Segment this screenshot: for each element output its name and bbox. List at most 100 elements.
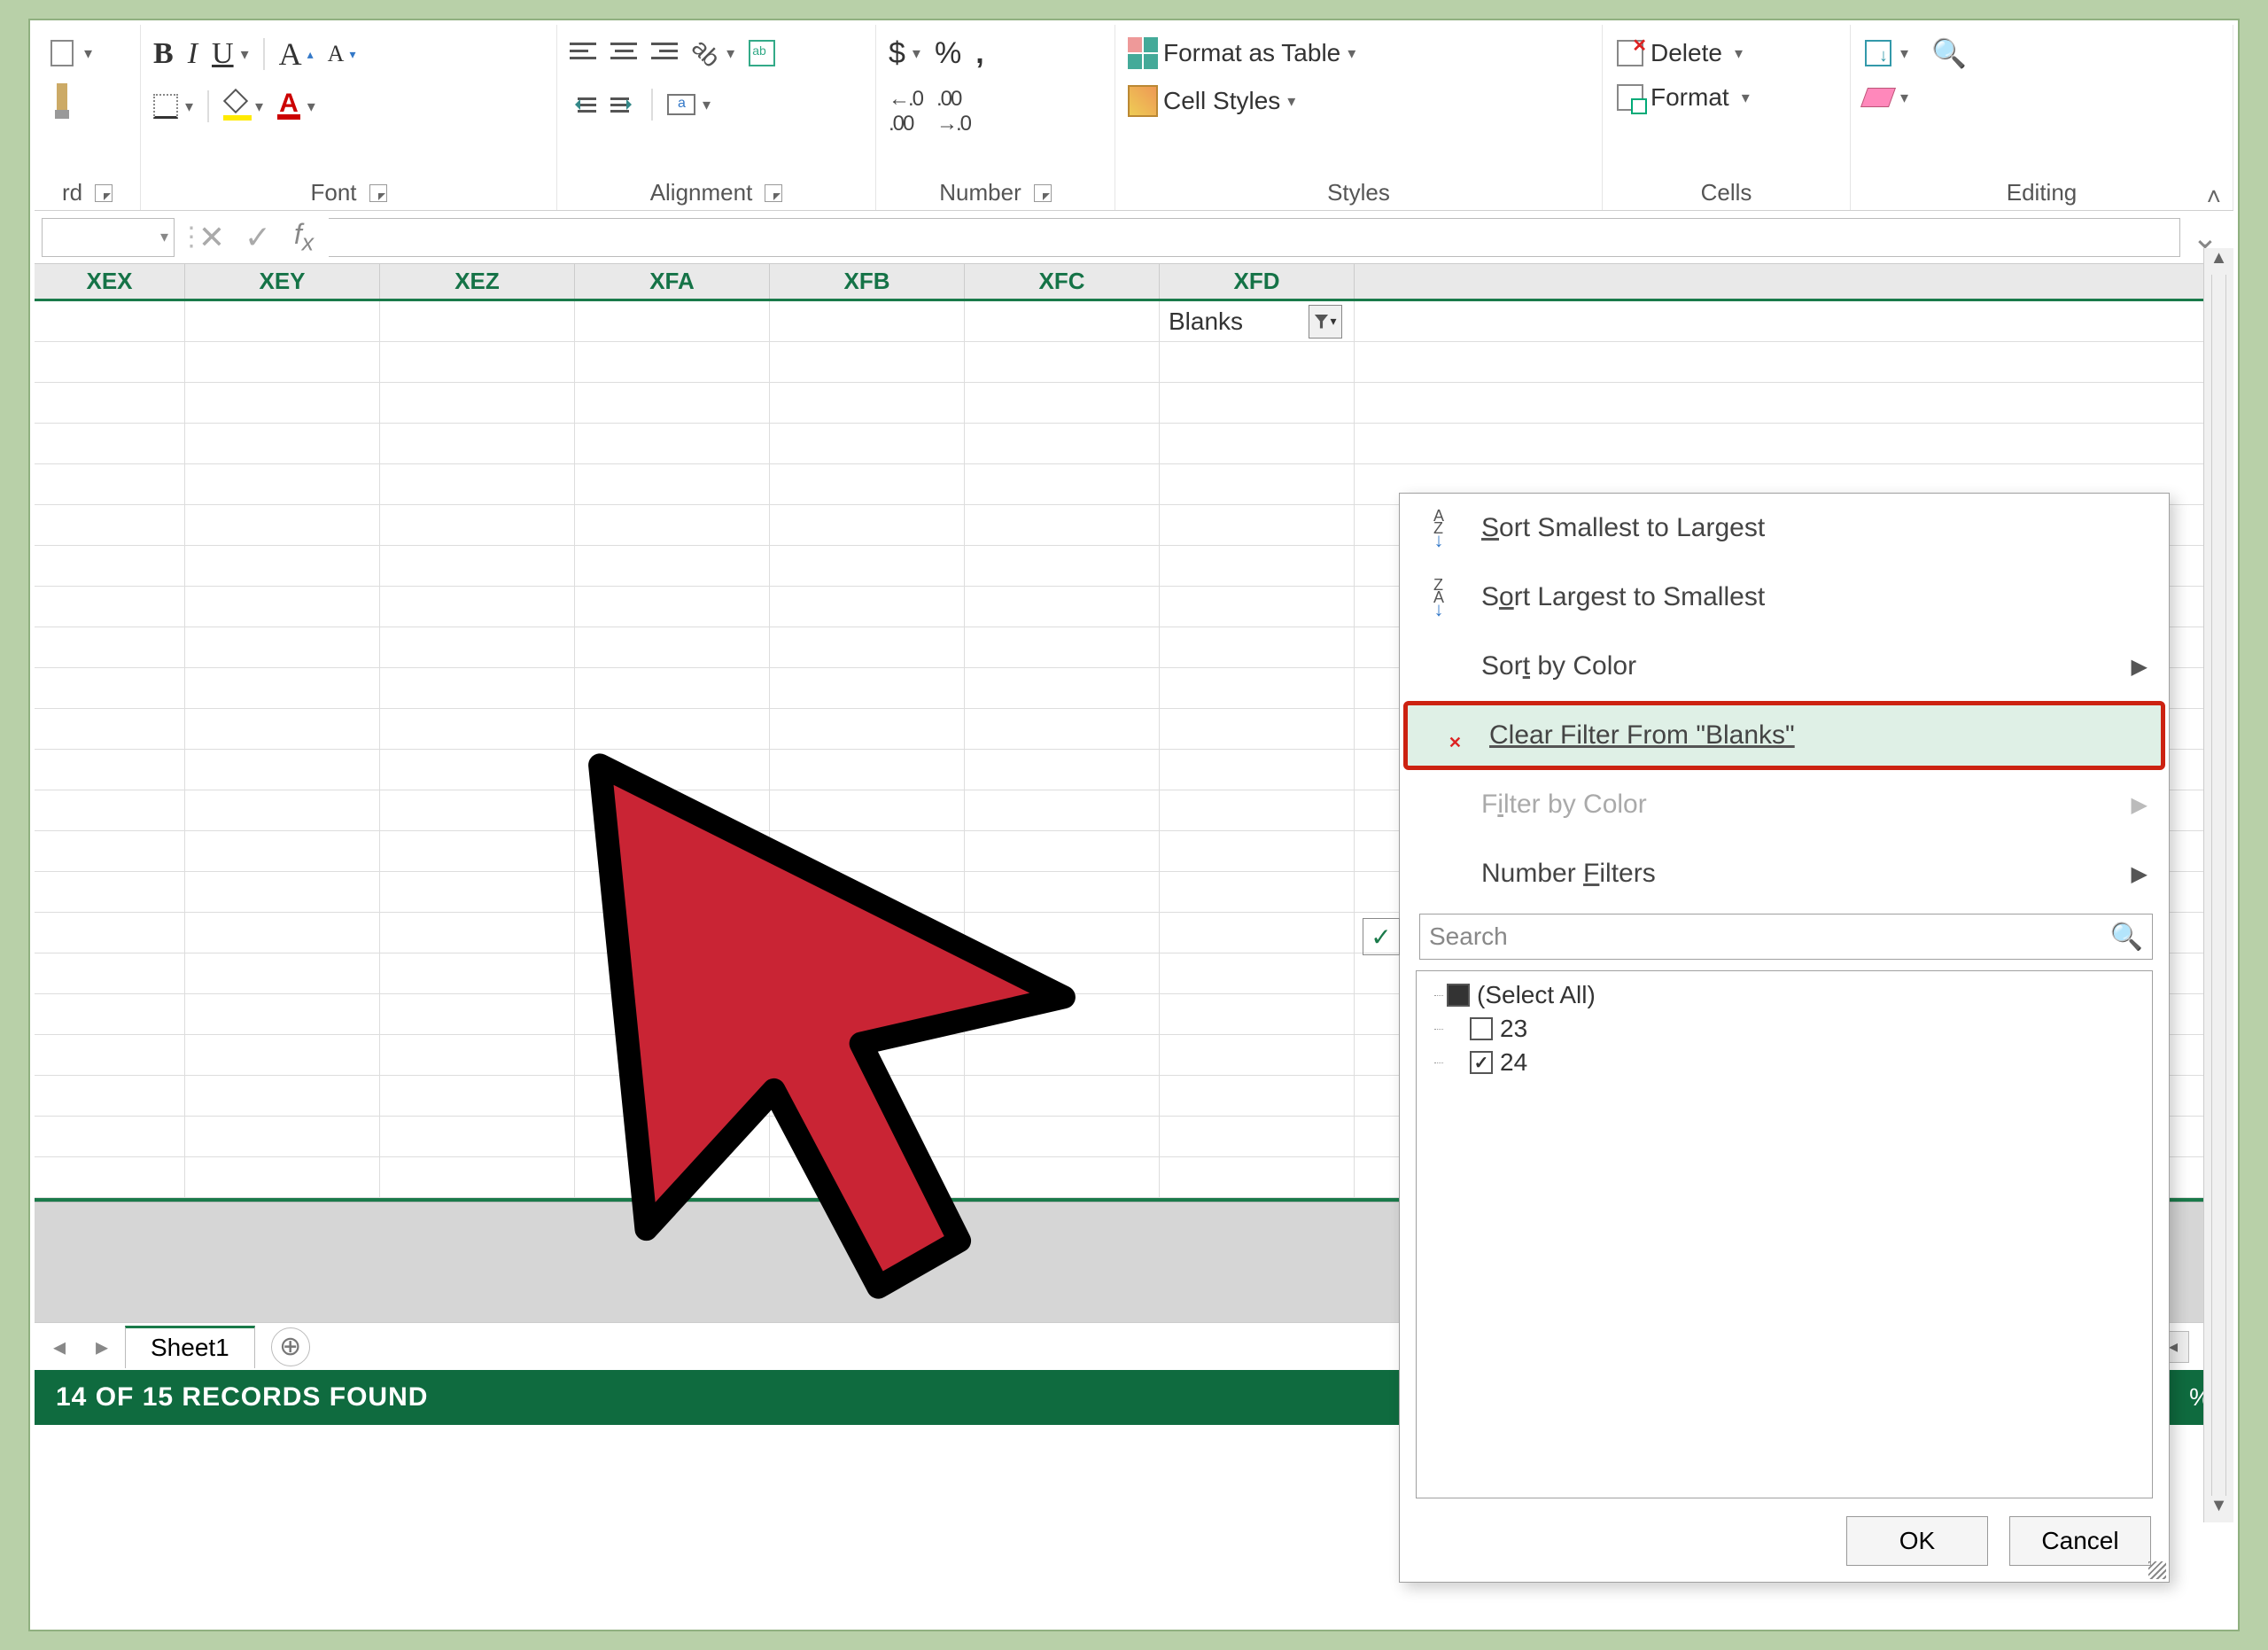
column-header[interactable]: XEZ (380, 264, 575, 299)
filter-value-item[interactable]: (Select All) (1425, 978, 2143, 1012)
cell[interactable] (1160, 627, 1355, 667)
cell[interactable] (770, 383, 965, 423)
cell[interactable] (380, 709, 575, 749)
tab-nav-next[interactable]: ▸ (82, 1327, 121, 1366)
decrease-decimal-button[interactable]: .00→.0 (931, 83, 975, 140)
filter-values-tree[interactable]: (Select All)2324 (1416, 970, 2153, 1498)
column-header[interactable]: XFA (575, 264, 770, 299)
launcher-icon[interactable] (1034, 184, 1052, 202)
enter-formula-button[interactable]: ✓ (237, 218, 279, 257)
orientation-button[interactable]: ab▾ (687, 32, 740, 74)
cell[interactable] (380, 587, 575, 627)
cell[interactable] (575, 790, 770, 830)
cell[interactable] (1160, 383, 1355, 423)
fx-button[interactable]: fx (283, 218, 325, 257)
formula-input[interactable] (329, 218, 2180, 257)
cell[interactable] (575, 301, 770, 341)
increase-decimal-button[interactable]: ←.0.00 (883, 83, 928, 140)
cell[interactable] (770, 709, 965, 749)
cell[interactable] (380, 750, 575, 790)
cell[interactable] (35, 994, 185, 1034)
cell[interactable] (35, 953, 185, 993)
cell[interactable] (380, 1035, 575, 1075)
cell[interactable] (965, 668, 1160, 708)
cell[interactable] (35, 342, 185, 382)
cell[interactable] (35, 587, 185, 627)
checkbox[interactable] (1470, 1051, 1493, 1074)
cell[interactable] (1160, 994, 1355, 1034)
cell[interactable] (35, 424, 185, 463)
collapse-ribbon-button[interactable]: ˄ (2207, 183, 2221, 211)
cell[interactable] (380, 790, 575, 830)
clear-button[interactable]: ▾ (1858, 76, 1914, 119)
cell[interactable] (380, 301, 575, 341)
cell[interactable] (185, 953, 380, 993)
cell[interactable] (575, 505, 770, 545)
increase-indent-button[interactable] (605, 83, 642, 126)
cell[interactable] (185, 424, 380, 463)
cell[interactable] (380, 913, 575, 953)
vertical-scrollbar[interactable]: ▲ ▼ (2203, 248, 2233, 1522)
cell[interactable] (1160, 505, 1355, 545)
cell[interactable] (965, 627, 1160, 667)
cell[interactable] (575, 342, 770, 382)
cell[interactable] (1160, 668, 1355, 708)
cell[interactable] (185, 627, 380, 667)
cell[interactable] (770, 1117, 965, 1156)
cell[interactable] (965, 913, 1160, 953)
cell[interactable] (770, 953, 965, 993)
cell[interactable] (770, 872, 965, 912)
cell[interactable] (185, 913, 380, 953)
cell[interactable] (965, 546, 1160, 586)
confirm-check[interactable]: ✓ (1363, 918, 1400, 955)
cell[interactable] (770, 342, 965, 382)
cell[interactable] (35, 505, 185, 545)
autofilter-button[interactable]: ▾ (1309, 305, 1342, 339)
cell[interactable] (35, 709, 185, 749)
italic-button[interactable]: I (183, 33, 203, 75)
cell[interactable] (965, 994, 1160, 1034)
cell[interactable] (380, 383, 575, 423)
cell[interactable] (770, 1076, 965, 1116)
wrap-text-button[interactable] (743, 32, 781, 74)
cancel-button[interactable]: Cancel (2009, 1516, 2151, 1566)
cell[interactable] (35, 1157, 185, 1197)
cell[interactable] (35, 464, 185, 504)
cell[interactable] (35, 790, 185, 830)
cell[interactable] (965, 709, 1160, 749)
cell[interactable] (380, 1076, 575, 1116)
format-as-table-button[interactable]: Format as Table▾ (1122, 32, 1361, 74)
cell[interactable] (1160, 1157, 1355, 1197)
cell[interactable] (965, 953, 1160, 993)
cell[interactable] (770, 994, 965, 1034)
cell[interactable] (185, 383, 380, 423)
cell[interactable] (185, 872, 380, 912)
cell[interactable] (575, 1117, 770, 1156)
cell[interactable] (380, 953, 575, 993)
cell[interactable] (380, 831, 575, 871)
cell[interactable] (380, 464, 575, 504)
cell[interactable] (185, 342, 380, 382)
cell[interactable] (185, 587, 380, 627)
cell[interactable] (965, 1117, 1160, 1156)
cell[interactable] (1160, 872, 1355, 912)
delete-button[interactable]: Delete▾ (1610, 32, 1748, 74)
cell[interactable] (35, 383, 185, 423)
cell-styles-button[interactable]: Cell Styles▾ (1122, 80, 1301, 122)
cell[interactable] (770, 587, 965, 627)
cell[interactable] (770, 668, 965, 708)
cell[interactable] (185, 546, 380, 586)
comma-button[interactable]: , (970, 32, 989, 74)
column-header[interactable]: XFB (770, 264, 965, 299)
column-header[interactable]: XEX (35, 264, 185, 299)
grow-font-button[interactable]: A▴ (274, 32, 319, 76)
cell[interactable] (35, 627, 185, 667)
copy-button[interactable]: ▾ (42, 32, 97, 74)
cell[interactable] (770, 546, 965, 586)
cell[interactable] (965, 301, 1160, 341)
align-top-button[interactable] (564, 32, 602, 74)
add-sheet-button[interactable]: ⊕ (271, 1327, 310, 1366)
cell[interactable] (185, 1117, 380, 1156)
column-header[interactable]: XFD (1160, 264, 1355, 299)
cell[interactable] (35, 301, 185, 341)
